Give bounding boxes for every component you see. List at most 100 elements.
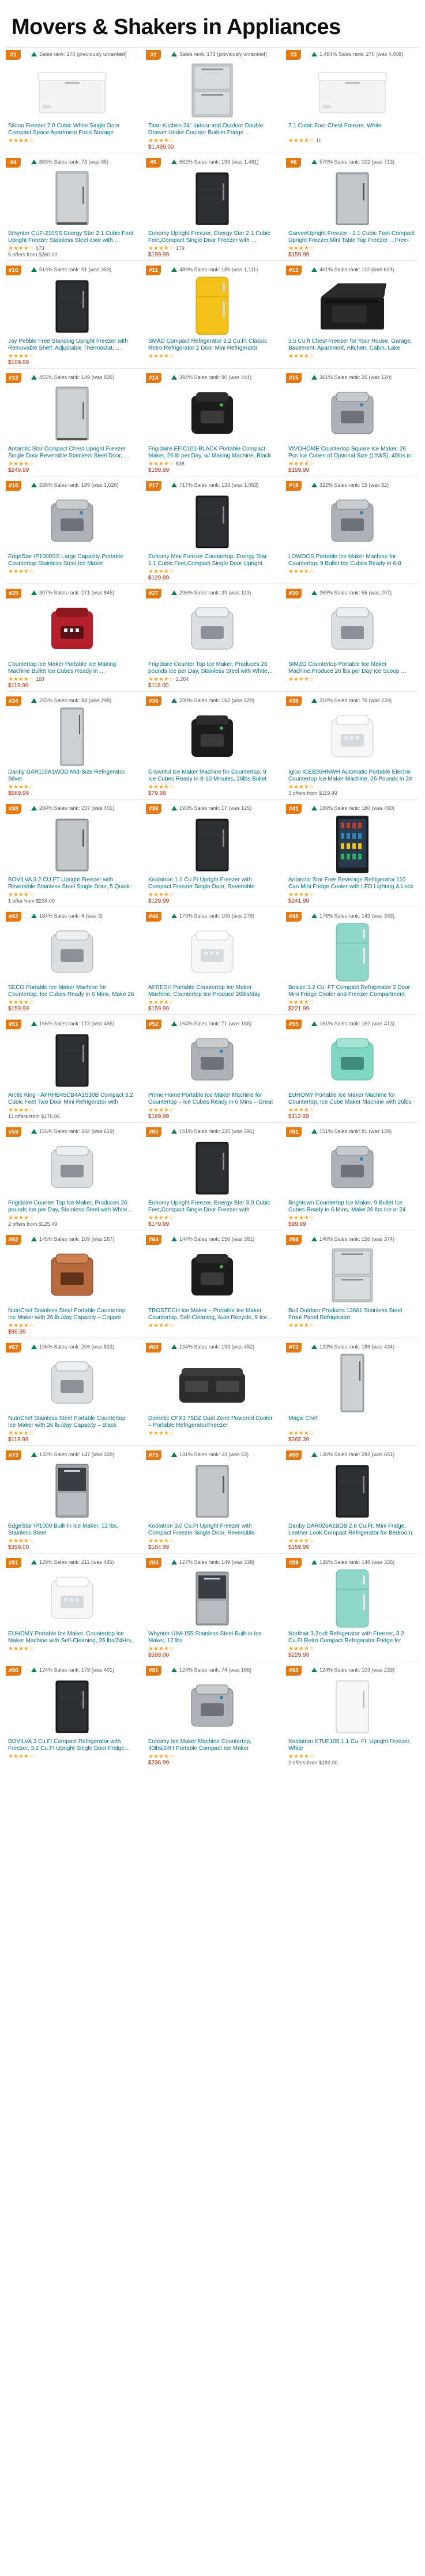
star-rating[interactable]: ★★★★☆ xyxy=(288,784,314,790)
star-rating[interactable]: ★★★★☆ xyxy=(148,1753,174,1760)
product-title-link[interactable]: LOWOOS Portable Ice Maker Machine for Co… xyxy=(288,554,415,567)
product-image[interactable] xyxy=(6,491,138,551)
star-rating[interactable]: ★★★★☆ xyxy=(288,138,314,144)
product-title-link[interactable]: Frigidaire Counter Top Ice Maker, Produc… xyxy=(148,661,274,675)
product-card[interactable]: #69 134% Sales rank: 193 (was 452) Domet… xyxy=(146,1343,278,1445)
star-rating[interactable]: ★★★★☆ xyxy=(288,245,314,252)
product-image[interactable] xyxy=(146,276,278,336)
star-rating[interactable]: ★★★★☆ xyxy=(288,999,314,1006)
product-image[interactable] xyxy=(146,1569,278,1628)
product-title-link[interactable]: Arctic King - AFRHB45CB4A1S30B Compact 3… xyxy=(8,1092,134,1106)
product-image[interactable] xyxy=(6,1138,138,1198)
product-title-link[interactable]: Igloo ICEB26HNWH Automatic Portable Elec… xyxy=(288,769,415,783)
product-title-link[interactable]: Euhomy Upright Freezer, Energy Star 3.0 … xyxy=(148,1200,274,1214)
star-rating[interactable]: ★★★★☆ xyxy=(148,461,174,467)
star-rating[interactable]: ★★★★☆ xyxy=(8,999,34,1006)
product-title-link[interactable]: SIMZO Countertop Portable Ice Maker Mach… xyxy=(288,661,415,675)
star-rating[interactable]: ★★★★☆ xyxy=(148,999,174,1006)
product-title-link[interactable]: Antarctic Star Free Beverage Refrigerato… xyxy=(288,877,415,891)
product-card[interactable]: #38 210% Sales rank: 76 (was 239) Igloo … xyxy=(286,696,418,799)
product-title-link[interactable]: GarveeUpright Freezer - 2.1 Cubic Feet C… xyxy=(288,230,415,244)
offers-link[interactable]: 11 offers from $176.96 xyxy=(8,1113,60,1119)
product-card[interactable]: #11 489% Sales rank: 189 (was 1,111) SMA… xyxy=(146,266,278,368)
product-image[interactable] xyxy=(286,384,418,444)
review-count[interactable]: 838 xyxy=(176,461,185,467)
product-title-link[interactable]: BOVILVA 3.2 CU.FT Upright Freezer with R… xyxy=(8,877,134,891)
product-image[interactable] xyxy=(146,1461,278,1521)
product-image[interactable] xyxy=(146,1138,278,1198)
product-card[interactable]: #6 570% Sales rank: 102 (was 713) Garvee… xyxy=(286,158,418,260)
star-rating[interactable]: ★★★★☆ xyxy=(8,1215,34,1221)
product-card[interactable]: #67 136% Sales rank: 206 (was 533) Nutri… xyxy=(6,1343,138,1445)
product-image[interactable] xyxy=(146,1676,278,1736)
product-card[interactable]: #66 140% Sales rank: 156 (was 374) Bull … xyxy=(286,1235,418,1338)
product-title-link[interactable]: Danby DAR110A1WDD Mid-Size Refrigerator,… xyxy=(8,769,134,783)
product-image[interactable] xyxy=(286,168,418,228)
product-card[interactable]: #2 Sales rank: 173 (previously unranked)… xyxy=(146,50,278,153)
product-title-link[interactable]: Titan Kitchen 24" Indoor and Outdoor Dou… xyxy=(148,123,274,137)
star-rating[interactable]: ★★★★☆ xyxy=(148,569,174,575)
star-rating[interactable]: ★★★★☆ xyxy=(8,784,34,790)
product-image[interactable] xyxy=(6,922,138,982)
product-title-link[interactable]: Magic Chef xyxy=(288,1415,415,1429)
product-title-link[interactable]: Euhomy Ice Maker Machine Countertop, 40l… xyxy=(148,1738,274,1752)
product-card[interactable]: #27 296% Sales rank: 39 (was 113) Frigid… xyxy=(146,589,278,691)
product-card[interactable]: #41 186% Sales rank: 180 (was 480) Antar… xyxy=(286,804,418,907)
product-title-link[interactable]: VIVOHOME Countertop Square Ice Maker, 26… xyxy=(288,446,415,460)
product-title-link[interactable]: Bosize 3.2 Cu. FT Compact Refrigerator 2… xyxy=(288,984,415,998)
product-title-link[interactable]: Brightown Countertop Ice Maker, 9 Bullet… xyxy=(288,1200,415,1214)
star-rating[interactable]: ★★★★☆ xyxy=(8,461,34,467)
star-rating[interactable]: ★★★★☆ xyxy=(148,1538,174,1544)
star-rating[interactable]: ★★★★☆ xyxy=(148,138,174,144)
product-title-link[interactable]: Dometic CFX3 75DZ Dual Zone Powered Cool… xyxy=(148,1415,274,1429)
product-card[interactable]: #5 662% Sales rank: 193 (was 1,481) Euho… xyxy=(146,158,278,260)
star-rating[interactable]: ★★★★☆ xyxy=(148,892,174,898)
product-image[interactable] xyxy=(146,491,278,551)
star-rating[interactable]: ★★★★☆ xyxy=(8,676,34,683)
product-image[interactable] xyxy=(286,922,418,982)
star-rating[interactable]: ★★★★☆ xyxy=(8,892,34,898)
product-image[interactable] xyxy=(286,60,418,120)
product-image[interactable] xyxy=(146,1245,278,1305)
product-card[interactable]: #4 889% Sales rank: 73 (was 95) Whynter … xyxy=(6,158,138,260)
product-title-link[interactable]: Crownful Ice Maker Machine for Counterto… xyxy=(148,769,274,783)
product-title-link[interactable]: 7.1 Cubic Foot Chest Freezer, White xyxy=(288,123,415,137)
product-title-link[interactable]: TROSTECH Ice Maker – Portable Ice Maker … xyxy=(148,1308,274,1321)
product-card[interactable]: #62 145% Sales rank: 109 (was 267) Nutri… xyxy=(6,1235,138,1338)
star-rating[interactable]: ★★★★☆ xyxy=(288,1430,314,1437)
product-title-link[interactable]: SECO Portable Ice Maker Machine for Coun… xyxy=(8,984,134,998)
star-rating[interactable]: ★★★★☆ xyxy=(288,353,314,359)
product-card[interactable]: #12 461% Sales rank: 112 (was 629) 3.5 C… xyxy=(286,266,418,368)
product-card[interactable]: #80 130% Sales rank: 282 (was 651) Danby… xyxy=(286,1450,418,1553)
product-card[interactable]: #42 184% Sales rank: 4 (was 3) SECO Port… xyxy=(6,912,138,1014)
product-title-link[interactable]: AFRESH Portable Countertop Ice Maker Mac… xyxy=(148,984,274,998)
product-image[interactable] xyxy=(6,1245,138,1305)
offers-link[interactable]: 2 offers from $125.49 xyxy=(8,1221,57,1227)
star-rating[interactable]: ★★★★☆ xyxy=(288,1107,314,1113)
product-card[interactable]: #52 164% Sales rank: 71 (was 186) Prime … xyxy=(146,1020,278,1122)
product-image[interactable] xyxy=(6,1030,138,1090)
product-card[interactable]: #90 124% Sales rank: 178 (was 401) BOVIL… xyxy=(6,1666,138,1768)
star-rating[interactable]: ★★★★☆ xyxy=(8,1107,34,1113)
star-rating[interactable]: ★★★★☆ xyxy=(148,1215,174,1221)
product-card[interactable]: #3 1,484% Sales rank: 270 (was 4,008) 7.… xyxy=(286,50,418,153)
product-card[interactable]: #18 322% Sales rank: 15 (was 32) LOWOOS … xyxy=(286,481,418,584)
review-count[interactable]: 169 xyxy=(36,676,44,682)
star-rating[interactable]: ★★★★☆ xyxy=(148,1646,174,1652)
product-card[interactable]: #91 124% Sales rank: 74 (was 166) Euhomy… xyxy=(146,1666,278,1768)
product-card[interactable]: #15 361% Sales rank: 26 (was 120) VIVOHO… xyxy=(286,373,418,476)
product-image[interactable] xyxy=(6,1676,138,1736)
product-image[interactable] xyxy=(146,384,278,444)
star-rating[interactable]: ★★★★☆ xyxy=(288,1323,314,1329)
product-image[interactable] xyxy=(146,815,278,874)
product-card[interactable]: #30 269% Sales rank: 56 (was 207) SIMZO … xyxy=(286,589,418,691)
product-title-link[interactable]: Danby DAR026A1BDB 2.6 Cu.Ft. Mini Fridge… xyxy=(288,1523,415,1537)
product-image[interactable] xyxy=(146,168,278,228)
star-rating[interactable]: ★★★★☆ xyxy=(288,1538,314,1544)
product-card[interactable]: #1 Sales rank: 170 (previously unranked)… xyxy=(6,50,138,153)
review-count[interactable]: 179 xyxy=(176,245,185,251)
star-rating[interactable]: ★★★★☆ xyxy=(8,569,34,575)
offers-link[interactable]: 1 offer from $234.00 xyxy=(8,898,55,904)
product-card[interactable]: #10 513% Sales rank: 51 (was 353) Joy Pe… xyxy=(6,266,138,368)
product-title-link[interactable]: NutriChef Stainless Steel Portable Count… xyxy=(8,1308,134,1321)
